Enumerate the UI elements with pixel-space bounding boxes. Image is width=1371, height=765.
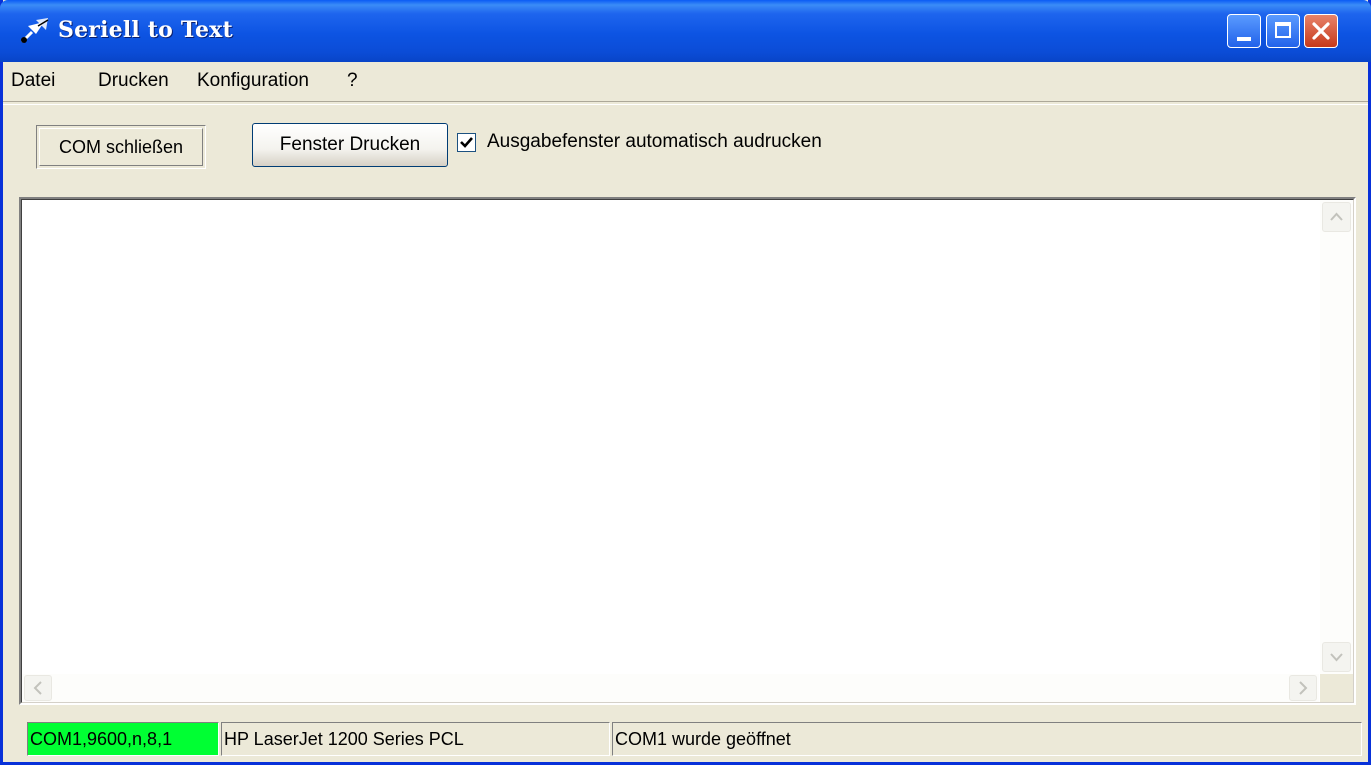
port-settings-panel: COM1,9600,n,8,1 (27, 722, 219, 756)
minimize-button[interactable] (1227, 14, 1261, 48)
textarea-bevel (21, 199, 1354, 703)
horizontal-scrollbar[interactable] (22, 674, 1319, 702)
auto-print-checkbox[interactable] (457, 133, 476, 152)
maximize-icon (1275, 22, 1291, 38)
printer-panel: HP LaserJet 1200 Series PCL (221, 722, 610, 756)
menu-datei[interactable]: Datei (11, 70, 55, 92)
scroll-down-button[interactable] (1322, 642, 1351, 672)
print-window-button[interactable]: Fenster Drucken (252, 123, 448, 167)
vertical-scrollbar[interactable] (1320, 200, 1353, 674)
close-com-label: COM schließen (58, 136, 184, 157)
print-window-label: Fenster Drucken (279, 134, 421, 155)
satellite-icon (20, 18, 49, 44)
title-bar[interactable]: Seriell to Text (0, 0, 1371, 62)
scrollbar-corner (1320, 674, 1353, 702)
scroll-left-button[interactable] (24, 675, 52, 701)
menu-konfiguration[interactable]: Konfiguration (197, 70, 309, 92)
chevron-up-icon (1330, 212, 1343, 221)
scroll-right-button[interactable] (1289, 675, 1317, 701)
menu-separator (3, 101, 1368, 105)
checkmark-icon (460, 137, 473, 148)
minimize-icon (1237, 37, 1251, 41)
window-title: Seriell to Text (58, 17, 233, 43)
chevron-down-icon (1330, 653, 1343, 662)
output-textarea[interactable] (19, 197, 1356, 705)
scroll-up-button[interactable] (1322, 202, 1351, 232)
maximize-button[interactable] (1266, 14, 1300, 48)
close-icon (1312, 22, 1330, 40)
chevron-left-icon (33, 681, 42, 695)
close-button[interactable] (1304, 14, 1338, 48)
status-message-panel: COM1 wurde geöffnet (612, 722, 1362, 756)
menu-help[interactable]: ? (347, 70, 358, 92)
close-com-button[interactable]: COM schließen (36, 125, 206, 169)
chevron-right-icon (1299, 681, 1308, 695)
menu-drucken[interactable]: Drucken (98, 70, 169, 92)
auto-print-label[interactable]: Ausgabefenster automatisch audrucken (487, 131, 822, 153)
app-window: Seriell to Text Datei Drucken Konfigurat… (0, 0, 1371, 765)
